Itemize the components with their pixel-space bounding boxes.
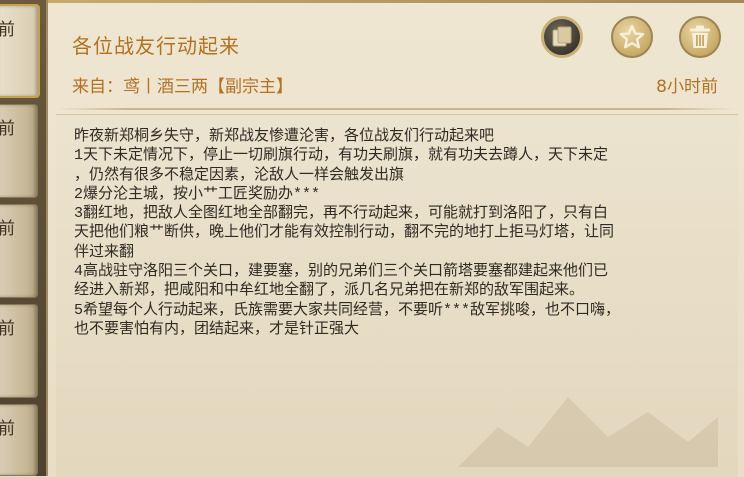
mail-title: 各位战友行动起来 (72, 34, 240, 58)
mail-timestamp: 8小时前 (656, 77, 718, 97)
side-tab-label: 前 (0, 22, 38, 39)
mail-body-text: 昨夜新郑桐乡失守，新郑战友惨遭沦害，各位战友们行动起来吧 1天下未定情况下，停止… (74, 128, 621, 338)
side-tab-1[interactable]: 前 (0, 4, 40, 98)
side-tab-strip: 前 前 前 前 前 (0, 0, 46, 476)
side-tab-label: 前 (0, 321, 37, 338)
mail-sender: 来自：鸢丨酒三两【副宗主】 (72, 77, 293, 97)
side-tab-5[interactable]: 前 (0, 404, 38, 476)
side-tab-3[interactable]: 前 (0, 204, 38, 298)
delete-button[interactable] (679, 16, 721, 58)
header-divider (58, 108, 734, 110)
copy-icon (552, 26, 572, 47)
side-tab-label: 前 (0, 221, 37, 238)
side-tab-label: 前 (0, 121, 37, 138)
mail-body-area: 昨夜新郑桐乡失守，新郑战友惨遭沦害，各位战友们行动起来吧 1天下未定情况下，停止… (56, 114, 738, 477)
side-tab-label: 前 (0, 421, 37, 438)
trash-icon (690, 25, 710, 48)
side-tab-2[interactable]: 前 (0, 104, 38, 198)
favorite-button[interactable] (611, 16, 653, 58)
copy-button[interactable] (541, 16, 583, 58)
ink-landscape-decoration (458, 397, 718, 467)
star-icon (619, 24, 645, 49)
mail-detail-panel: 各位战友行动起来 来自：鸢丨酒三两【副宗主】 8小时前 昨夜新郑桐乡失守，新郑战… (46, 0, 744, 477)
side-tab-4[interactable]: 前 (0, 304, 38, 398)
